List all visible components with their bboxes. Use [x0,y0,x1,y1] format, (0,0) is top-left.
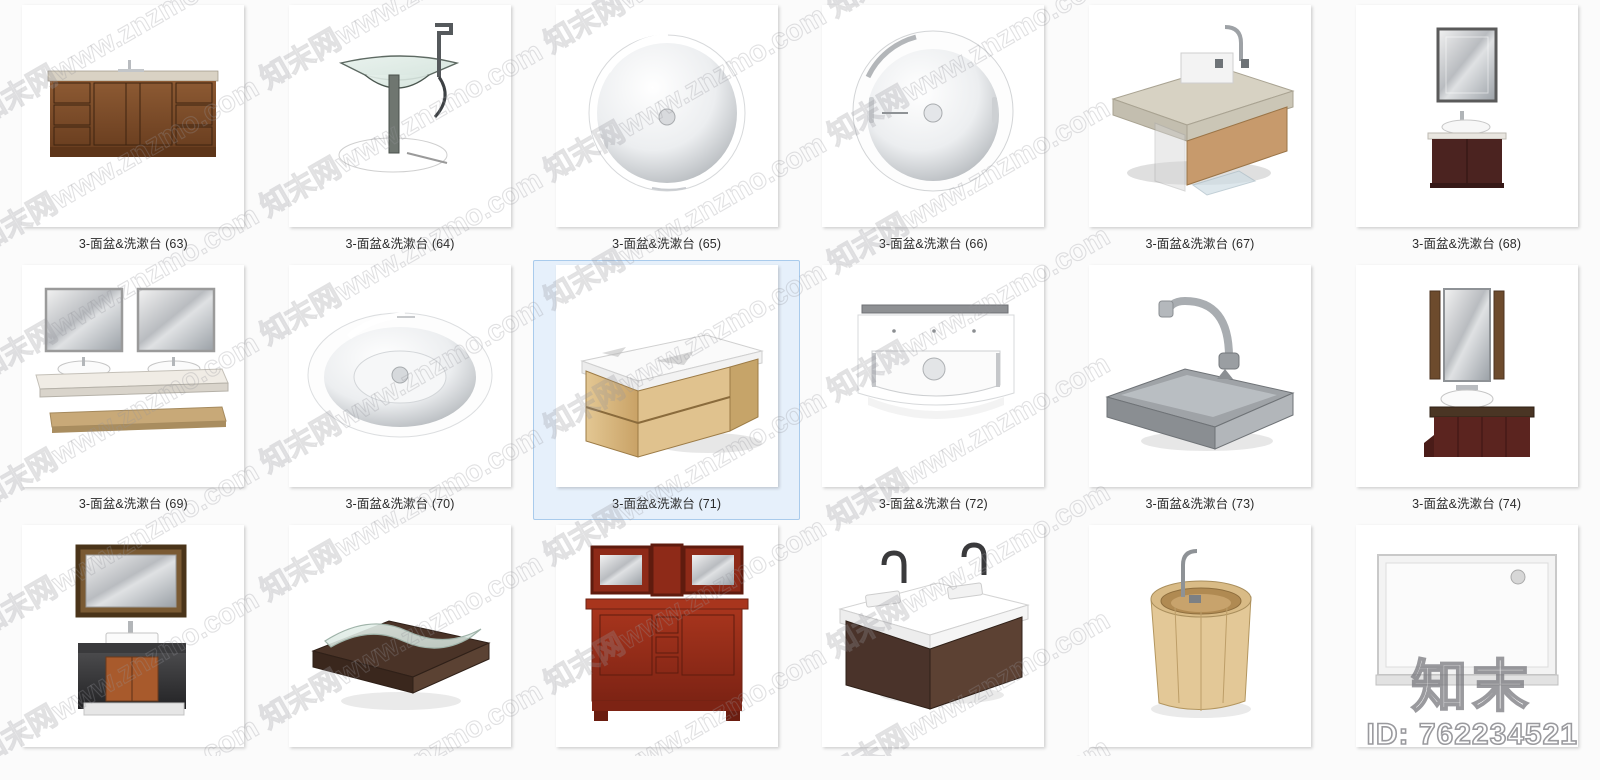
model-preview-double-mirror-vanity[interactable] [22,265,245,487]
model-preview-steel-sink-faucet[interactable] [1088,265,1311,487]
thumbnail-tile[interactable] [1333,520,1600,780]
model-preview-white-wall-basin[interactable] [822,265,1045,487]
thumbnail-tile[interactable]: 3-面盆&洗漱台 (73) [1067,260,1334,520]
thumbnail-tile[interactable]: 3-面盆&洗漱台 (64) [267,0,534,260]
thumbnail-caption: 3-面盆&洗漱台 (63) [78,237,188,251]
thumbnail-tile[interactable]: 3-面盆&洗漱台 (69) [0,260,267,520]
model-preview-glass-wave-basin[interactable] [288,525,511,747]
thumbnail-tile[interactable]: 3-面盆&洗漱台 (74) [1333,260,1600,520]
thumbnail-tile[interactable] [267,520,534,780]
thumbnail-caption: 3-面盆&洗漱台 (64) [345,237,455,251]
model-preview-round-basin-top[interactable] [555,5,778,227]
model-preview-vanity-wood-double[interactable] [22,5,245,227]
thumbnail-tile[interactable]: 3-面盆&洗漱台 (71) [533,260,800,520]
thumbnail-caption: 3-面盆&洗漱台 (65) [612,237,722,251]
thumbnail-caption: 3-面盆&洗漱台 (70) [345,497,455,511]
model-preview-stone-console-sink[interactable] [1088,5,1311,227]
thumbnail-caption: 3-面盆&洗漱台 (72) [878,497,988,511]
model-preview-round-basin-top-2[interactable] [822,5,1045,227]
model-preview-wood-barrel-basin[interactable] [1088,525,1311,747]
thumbnail-tile[interactable]: 3-面盆&洗漱台 (67) [1067,0,1334,260]
thumbnail-tile[interactable]: 3-面盆&洗漱台 (68) [1333,0,1600,260]
thumbnail-caption: 3-面盆&洗漱台 (67) [1145,237,1255,251]
thumbnail-tile[interactable] [0,520,267,780]
thumbnail-tile[interactable]: 3-面盆&洗漱台 (66) [800,0,1067,260]
thumbnail-caption: 3-面盆&洗漱台 (69) [78,497,188,511]
thumbnail-caption: 3-面盆&洗漱台 (74) [1412,497,1522,511]
model-preview-red-classic-vanity[interactable] [555,525,778,747]
thumbnail-caption: 3-面盆&洗漱台 (71) [612,497,722,511]
thumbnail-caption: 3-面盆&洗漱台 (68) [1412,237,1522,251]
thumbnail-tile[interactable] [1067,520,1334,780]
thumbnail-caption: 3-面盆&洗漱台 (66) [878,237,988,251]
thumbnail-tile[interactable] [533,520,800,780]
model-preview-tall-mirror-vanity[interactable] [1355,265,1578,487]
model-preview-wood-floating-vanity[interactable] [555,265,778,487]
thumbnail-tile[interactable]: 3-面盆&洗漱台 (70) [267,260,534,520]
model-preview-double-basin-dark-vanity[interactable] [822,525,1045,747]
thumbnail-grid: 3-面盆&洗漱台 (63) 3-面盆&洗漱台 (64) 3-面盆&洗漱台 (65) 3… [0,0,1600,756]
thumbnail-tile[interactable]: 3-面盆&洗漱台 (72) [800,260,1067,520]
model-preview-glass-pedestal-basin[interactable] [288,5,511,227]
model-preview-mirror-dark-vanity[interactable] [1355,5,1578,227]
thumbnail-tile[interactable] [800,520,1067,780]
model-preview-white-panel-unit[interactable] [1355,525,1578,747]
model-preview-framed-mirror-dark-unit[interactable] [22,525,245,747]
thumbnail-caption: 3-面盆&洗漱台 (73) [1145,497,1255,511]
thumbnail-tile[interactable]: 3-面盆&洗漱台 (63) [0,0,267,260]
model-preview-oval-basin-top[interactable] [288,265,511,487]
thumbnail-tile[interactable]: 3-面盆&洗漱台 (65) [533,0,800,260]
